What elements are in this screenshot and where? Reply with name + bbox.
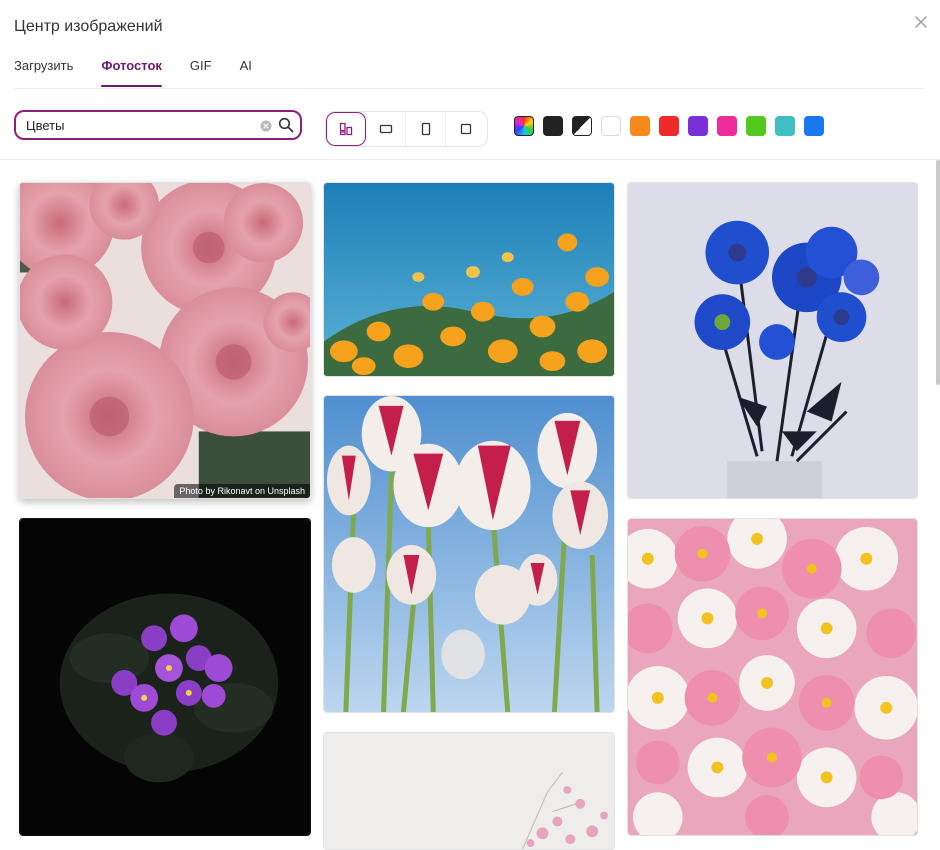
masonry-icon: [339, 122, 353, 136]
swatch-red[interactable]: [659, 116, 679, 136]
close-icon[interactable]: [913, 14, 929, 30]
orientation-square-button[interactable]: [446, 112, 486, 146]
tab-photostock[interactable]: Фотосток: [101, 58, 162, 87]
color-filter: [514, 116, 824, 136]
tabs-divider: [14, 88, 924, 89]
swatch-orange[interactable]: [630, 116, 650, 136]
swatch-white[interactable]: [601, 116, 621, 136]
tab-ai[interactable]: AI: [240, 58, 252, 85]
search-input[interactable]: [26, 116, 256, 134]
swatch-green[interactable]: [746, 116, 766, 136]
photo-cosmos-flowers[interactable]: [323, 732, 615, 850]
scrollbar[interactable]: [936, 160, 940, 385]
dialog-title: Центр изображений: [14, 18, 163, 35]
tab-upload[interactable]: Загрузить: [14, 58, 73, 85]
tab-gif[interactable]: GIF: [190, 58, 212, 85]
photo-pink-white-flowers[interactable]: [627, 518, 918, 836]
orientation-filter: [325, 111, 488, 147]
swatch-blue[interactable]: [804, 116, 824, 136]
photo-credit: Photo by Rikonavt on Unsplash: [174, 484, 310, 498]
photo-pink-roses[interactable]: Photo by Rikonavt on Unsplash: [19, 182, 311, 499]
photo-orange-poppies[interactable]: [323, 182, 615, 377]
swatch-pink[interactable]: [717, 116, 737, 136]
tab-bar: Загрузить Фотосток GIF AI: [14, 58, 252, 87]
swatch-black-and-white[interactable]: [572, 116, 592, 136]
portrait-icon: [421, 122, 430, 136]
search-box: [14, 110, 302, 140]
square-icon: [460, 123, 472, 135]
photo-red-white-tulips[interactable]: [323, 395, 615, 713]
search-icon[interactable]: [278, 117, 294, 133]
photo-purple-violets[interactable]: [19, 518, 311, 836]
landscape-icon: [379, 124, 392, 134]
orientation-portrait-button[interactable]: [406, 112, 446, 146]
dialog-header: Центр изображений Загрузить Фотосток GIF…: [0, 0, 940, 160]
photo-blue-daisies[interactable]: [627, 182, 918, 499]
clear-icon[interactable]: [260, 119, 272, 132]
swatch-black[interactable]: [543, 116, 563, 136]
orientation-landscape-button[interactable]: [366, 112, 406, 146]
swatch-multicolor[interactable]: [514, 116, 534, 136]
swatch-teal[interactable]: [775, 116, 795, 136]
orientation-all-button[interactable]: [326, 112, 366, 146]
swatch-purple[interactable]: [688, 116, 708, 136]
